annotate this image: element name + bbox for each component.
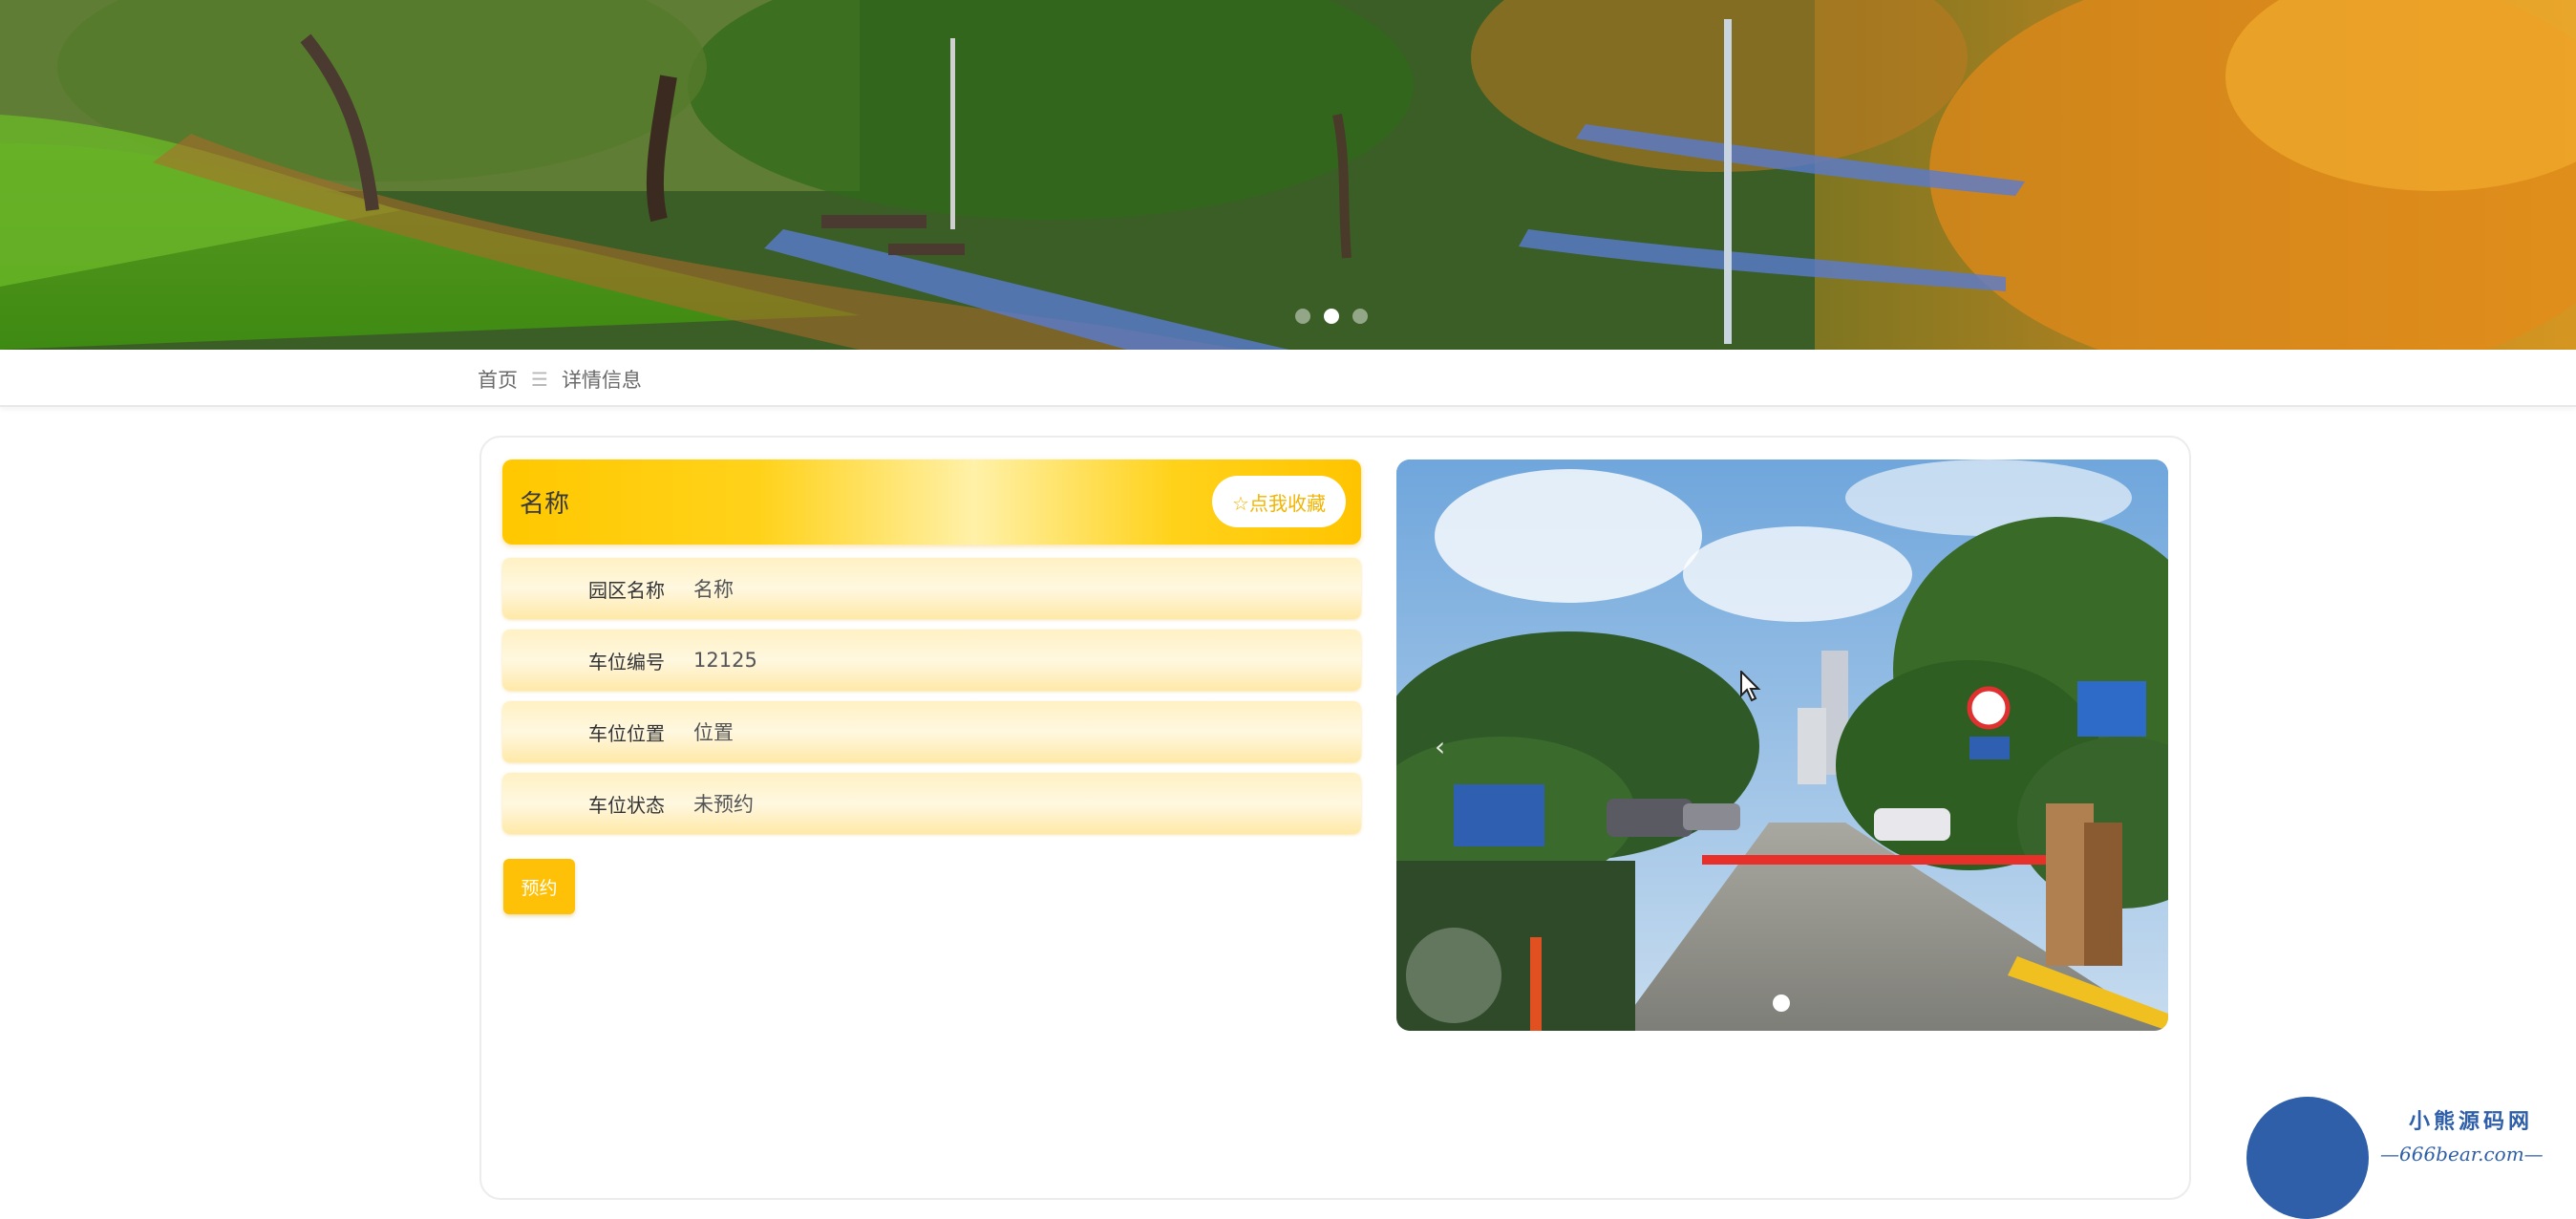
info-value: 位置 (693, 721, 734, 744)
info-row-space-status: 车位状态 未预约 (502, 773, 1361, 834)
banner-pagination (1295, 309, 1368, 324)
info-value: 未预约 (693, 793, 754, 816)
reserve-button[interactable]: 预约 (503, 859, 575, 914)
hero-banner (0, 0, 2576, 350)
detail-title: 名称 (520, 490, 570, 519)
watermark: 小熊源码网 —666bear.com— (2246, 1097, 2576, 1219)
info-label: 车位位置 (588, 721, 665, 745)
breadcrumb-separator-icon: ☰ (531, 368, 548, 391)
watermark-name: 小熊源码网 (2409, 1110, 2534, 1134)
mouse-cursor-icon (1740, 671, 1761, 702)
info-value: 12125 (693, 649, 757, 672)
favorite-button-label: ☆点我收藏 (1232, 491, 1326, 515)
info-label: 车位编号 (588, 650, 665, 674)
info-row-park-name: 园区名称 名称 (502, 558, 1361, 619)
breadcrumb-bar: 首页 ☰ 详情信息 (0, 350, 2576, 407)
photo-carousel[interactable]: ‹ (1396, 460, 2168, 1031)
info-row-space-number: 车位编号 12125 (502, 630, 1361, 691)
info-label: 园区名称 (588, 578, 665, 602)
banner-dot[interactable] (1352, 309, 1368, 324)
breadcrumb: 首页 ☰ 详情信息 (478, 365, 642, 394)
breadcrumb-current: 详情信息 (561, 369, 642, 392)
banner-dot[interactable] (1295, 309, 1310, 324)
info-label: 车位状态 (588, 793, 665, 817)
carousel-prev-icon[interactable]: ‹ (1435, 731, 1445, 762)
watermark-url: —666bear.com— (2380, 1143, 2544, 1166)
parking-photo (1396, 460, 2168, 1031)
detail-title-bar: 名称 ☆点我收藏 (502, 460, 1361, 545)
banner-image (0, 0, 2576, 350)
favorite-button[interactable]: ☆点我收藏 (1212, 476, 1346, 527)
banner-dot-active[interactable] (1324, 309, 1339, 324)
info-row-space-location: 车位位置 位置 (502, 701, 1361, 762)
carousel-dot-active[interactable] (1773, 994, 1790, 1012)
breadcrumb-home-link[interactable]: 首页 (478, 365, 518, 394)
bear-logo-icon (2246, 1097, 2369, 1219)
info-value: 名称 (693, 578, 734, 601)
